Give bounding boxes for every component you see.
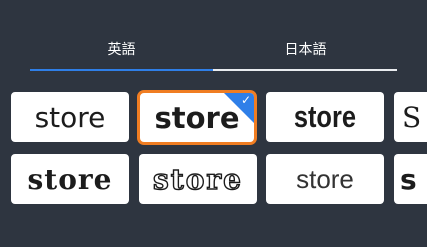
font-option-5[interactable]: store bbox=[11, 154, 129, 204]
font-option-8[interactable]: s bbox=[394, 154, 427, 204]
font-sample: store bbox=[34, 100, 106, 134]
font-option-7[interactable]: store bbox=[266, 154, 384, 204]
font-option-3[interactable]: store bbox=[266, 92, 384, 142]
font-sample: store bbox=[293, 99, 357, 134]
font-sample: store bbox=[152, 162, 243, 196]
font-sample: s bbox=[400, 162, 417, 196]
font-option-6[interactable]: store bbox=[139, 154, 257, 204]
font-style-grid: store store ✓ store S store store store … bbox=[0, 0, 427, 247]
font-sample: store bbox=[296, 163, 354, 194]
checkmark-icon: ✓ bbox=[240, 93, 251, 107]
font-option-4[interactable]: S bbox=[394, 92, 427, 142]
font-option-1[interactable]: store bbox=[11, 92, 129, 142]
font-sample: S bbox=[402, 100, 422, 134]
font-sample: store bbox=[27, 162, 113, 196]
font-option-2-selected[interactable]: store ✓ bbox=[137, 90, 257, 145]
